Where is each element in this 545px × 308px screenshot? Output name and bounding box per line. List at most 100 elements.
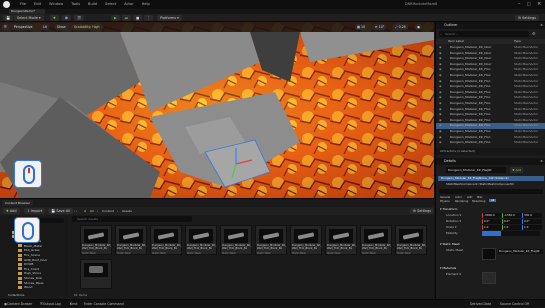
materials-section[interactable]: ▾ Materials xyxy=(440,266,456,271)
tab-physics[interactable]: Physics xyxy=(440,200,450,203)
add-button[interactable]: ✚ Add xyxy=(3,208,20,214)
visibility-eye-icon[interactable]: ◉ xyxy=(439,112,442,117)
asset-tile[interactable]: Dungeon_Modular_Kit_Wall_Trim_Block_8x St… xyxy=(185,225,217,255)
location-z-field[interactable]: 330.0 xyxy=(522,213,542,218)
scale-z-field[interactable]: 1.0 xyxy=(522,225,542,230)
visibility-eye-icon[interactable]: ◉ xyxy=(439,135,442,140)
outliner-row[interactable]: ◉ Dungeon_Modular_Kit_Door StaticMeshActor xyxy=(436,56,545,61)
save-icon[interactable]: 💾 xyxy=(3,15,14,21)
camera-speed-icon[interactable]: ▣ xyxy=(415,24,423,30)
lit-button[interactable]: Lit xyxy=(41,24,49,30)
outliner-row[interactable]: ◉ Dungeon_Modular_Kit_Floo StaticMeshActor xyxy=(436,95,545,100)
grid-snap-button[interactable]: ▦ 10 xyxy=(355,24,368,30)
level-viewport[interactable]: ☰ Perspective Lit Show Scalability: High… xyxy=(0,22,434,198)
column-type[interactable]: Type xyxy=(514,39,521,44)
outliner-row[interactable]: ◉ Dungeon_Modular_Kit_Floo StaticMeshActor xyxy=(436,67,545,72)
asset-tile[interactable]: Dungeon_Modular_Kit_Wall_Trim_Block_8x St… xyxy=(325,225,357,255)
add-actor-icon[interactable]: ✚ xyxy=(50,15,59,21)
rotation-label[interactable]: Rotation ▾ xyxy=(446,219,461,224)
extra-tile[interactable] xyxy=(80,259,112,289)
menu-tools[interactable]: Tools xyxy=(71,1,80,8)
scale-x-field[interactable]: 1.0 xyxy=(482,225,502,230)
outliner-filter-icon[interactable]: ⚙ xyxy=(532,31,536,37)
visibility-eye-icon[interactable]: ◉ xyxy=(439,84,442,89)
rotation-y-field[interactable]: 0.0° xyxy=(502,219,522,224)
outliner-row[interactable]: ◉ Dungeon_Modular_Kit_Floo StaticMeshActor xyxy=(436,90,545,95)
outliner-search-input[interactable]: Search... ⌕ xyxy=(439,31,529,37)
visibility-eye-icon[interactable]: ◉ xyxy=(439,45,442,50)
visibility-eye-icon[interactable]: ◉ xyxy=(439,56,442,61)
outliner-row[interactable]: ◉ Dungeon_Modular_Kit_Door StaticMeshActor xyxy=(436,51,545,56)
tab-lod[interactable]: LOD xyxy=(467,196,472,199)
transform-section[interactable]: ▾ Transform xyxy=(440,207,457,212)
select-mode-button[interactable]: Select Mode ▾ xyxy=(14,15,44,21)
minimize-icon[interactable]: – xyxy=(518,0,521,8)
maximize-icon[interactable]: □ xyxy=(527,0,531,8)
import-button[interactable]: ⇩ Import xyxy=(24,208,46,214)
outliner-row[interactable]: ◉ Dungeon_Modular_Kit_Floo StaticMeshActor xyxy=(436,84,545,89)
outliner-row[interactable]: ◉ Dungeon_Modular_Kit_Floo StaticMeshActor xyxy=(436,140,545,145)
play-options-icon[interactable]: ⋮ xyxy=(144,15,154,21)
tab-actor[interactable]: Actor xyxy=(455,196,462,199)
scalability-button[interactable]: Scalability: High xyxy=(72,24,102,30)
menu-build[interactable]: Build xyxy=(88,1,97,8)
rotation-x-field[interactable]: 0.0° xyxy=(482,219,502,224)
details-close-icon[interactable]: × xyxy=(540,158,543,165)
play-button[interactable]: ▶ xyxy=(111,15,120,21)
menu-window[interactable]: Window xyxy=(49,1,63,8)
folder-item[interactable]: Wood xyxy=(18,285,32,290)
show-button[interactable]: Show xyxy=(55,24,68,30)
visibility-eye-icon[interactable]: ◉ xyxy=(439,67,442,72)
scale-snap-button[interactable]: ⤢ 0.25 xyxy=(393,24,408,30)
asset-tile[interactable]: Dungeon_Modular_Kit_Wall_Trim_Block_8x St… xyxy=(80,225,112,255)
outliner-row[interactable]: ◉ Dungeon_Modular_Kit_Floo StaticMeshActor xyxy=(436,107,545,112)
perspective-button[interactable]: Perspective xyxy=(12,24,35,30)
add-component-button[interactable]: ✚ Add xyxy=(510,167,524,173)
location-label[interactable]: Location ▾ xyxy=(446,213,461,218)
sequencer-icon[interactable]: 🎬 xyxy=(74,15,85,21)
collections-row[interactable]: Collections xyxy=(2,292,68,298)
cb-settings-button[interactable]: ⚙ Settings xyxy=(410,208,435,214)
outliner-row[interactable]: ◉ Dungeon_Modular_Kit_Floo StaticMeshActor xyxy=(436,112,545,117)
asset-tile[interactable]: Dungeon_Modular_Kit_Wall_Trim_Block_8x St… xyxy=(360,225,392,255)
visibility-eye-icon[interactable]: ◉ xyxy=(439,129,442,134)
outliner-row[interactable]: ◉ Dungeon_Modular_Kit_Floo StaticMeshActor xyxy=(436,73,545,78)
stop-button[interactable]: ■ xyxy=(133,15,143,21)
menu-help[interactable]: Help xyxy=(142,1,150,8)
static-mesh-section[interactable]: ▾ Static Mesh xyxy=(440,242,460,247)
visibility-eye-icon[interactable]: ◉ xyxy=(439,62,442,67)
settings-button[interactable]: ⚙ Settings xyxy=(515,15,540,21)
save-all-button[interactable]: 💾 Save All xyxy=(48,208,73,214)
visibility-eye-icon[interactable]: ◉ xyxy=(439,73,442,78)
breadcrumb-all[interactable]: All xyxy=(90,207,94,215)
path-back-icon[interactable]: ‹ › xyxy=(74,207,77,215)
step-button[interactable]: ⏭ xyxy=(122,15,132,21)
breadcrumb-content[interactable]: Content xyxy=(102,207,114,215)
tab-rendering[interactable]: Rendering xyxy=(455,200,468,203)
outliner-row[interactable]: ◉ Dungeon_Modular_Kit_Floo StaticMeshActor xyxy=(436,123,545,129)
blueprint-icon[interactable]: ⬢ xyxy=(62,15,71,21)
rotation-z-field[interactable]: 0.0° xyxy=(522,219,542,224)
tab-all[interactable]: All xyxy=(489,199,497,202)
actor-name-field[interactable]: Dungeon_Modular_Kit_FlagSt xyxy=(446,167,506,173)
asset-tile[interactable]: Dungeon_Modular_Kit_Wall_Trim_Block_8x St… xyxy=(395,225,427,255)
visibility-eye-icon[interactable]: ◉ xyxy=(439,140,442,145)
tab-streaming[interactable]: Streaming xyxy=(472,200,485,203)
visibility-eye-icon[interactable]: ◉ xyxy=(439,123,442,128)
asset-tile[interactable]: Dungeon_Modular_Kit_Wall_Trim_Block_8x St… xyxy=(255,225,287,255)
outliner-row[interactable]: ◉ Dungeon_Modular_Kit_Floo StaticMeshActor xyxy=(436,135,545,140)
tab-general[interactable]: General xyxy=(440,196,450,199)
static-mesh-picker[interactable]: Dungeon_Modular_Kit_FlagSt xyxy=(498,249,543,254)
visibility-eye-icon[interactable]: ◉ xyxy=(439,95,442,100)
outliner-close-icon[interactable]: × xyxy=(540,22,543,29)
location-y-field[interactable]: -1350.0 xyxy=(502,213,522,218)
scale-y-field[interactable]: 1.0 xyxy=(502,225,522,230)
menu-edit[interactable]: Edit xyxy=(34,1,41,8)
visibility-eye-icon[interactable]: ◉ xyxy=(439,107,442,112)
outliner-row[interactable]: ◉ Dungeon_Modular_Kit_Floo StaticMeshActor xyxy=(436,118,545,123)
visibility-eye-icon[interactable]: ◉ xyxy=(439,90,442,95)
breadcrumb-assets[interactable]: Assets xyxy=(122,207,132,215)
asset-tile[interactable]: Dungeon_Modular_Kit_Wall_Trim_Block_8x St… xyxy=(150,225,182,255)
content-browser-tab[interactable]: Content Browser xyxy=(2,200,34,206)
visibility-eye-icon[interactable]: ◉ xyxy=(439,79,442,84)
